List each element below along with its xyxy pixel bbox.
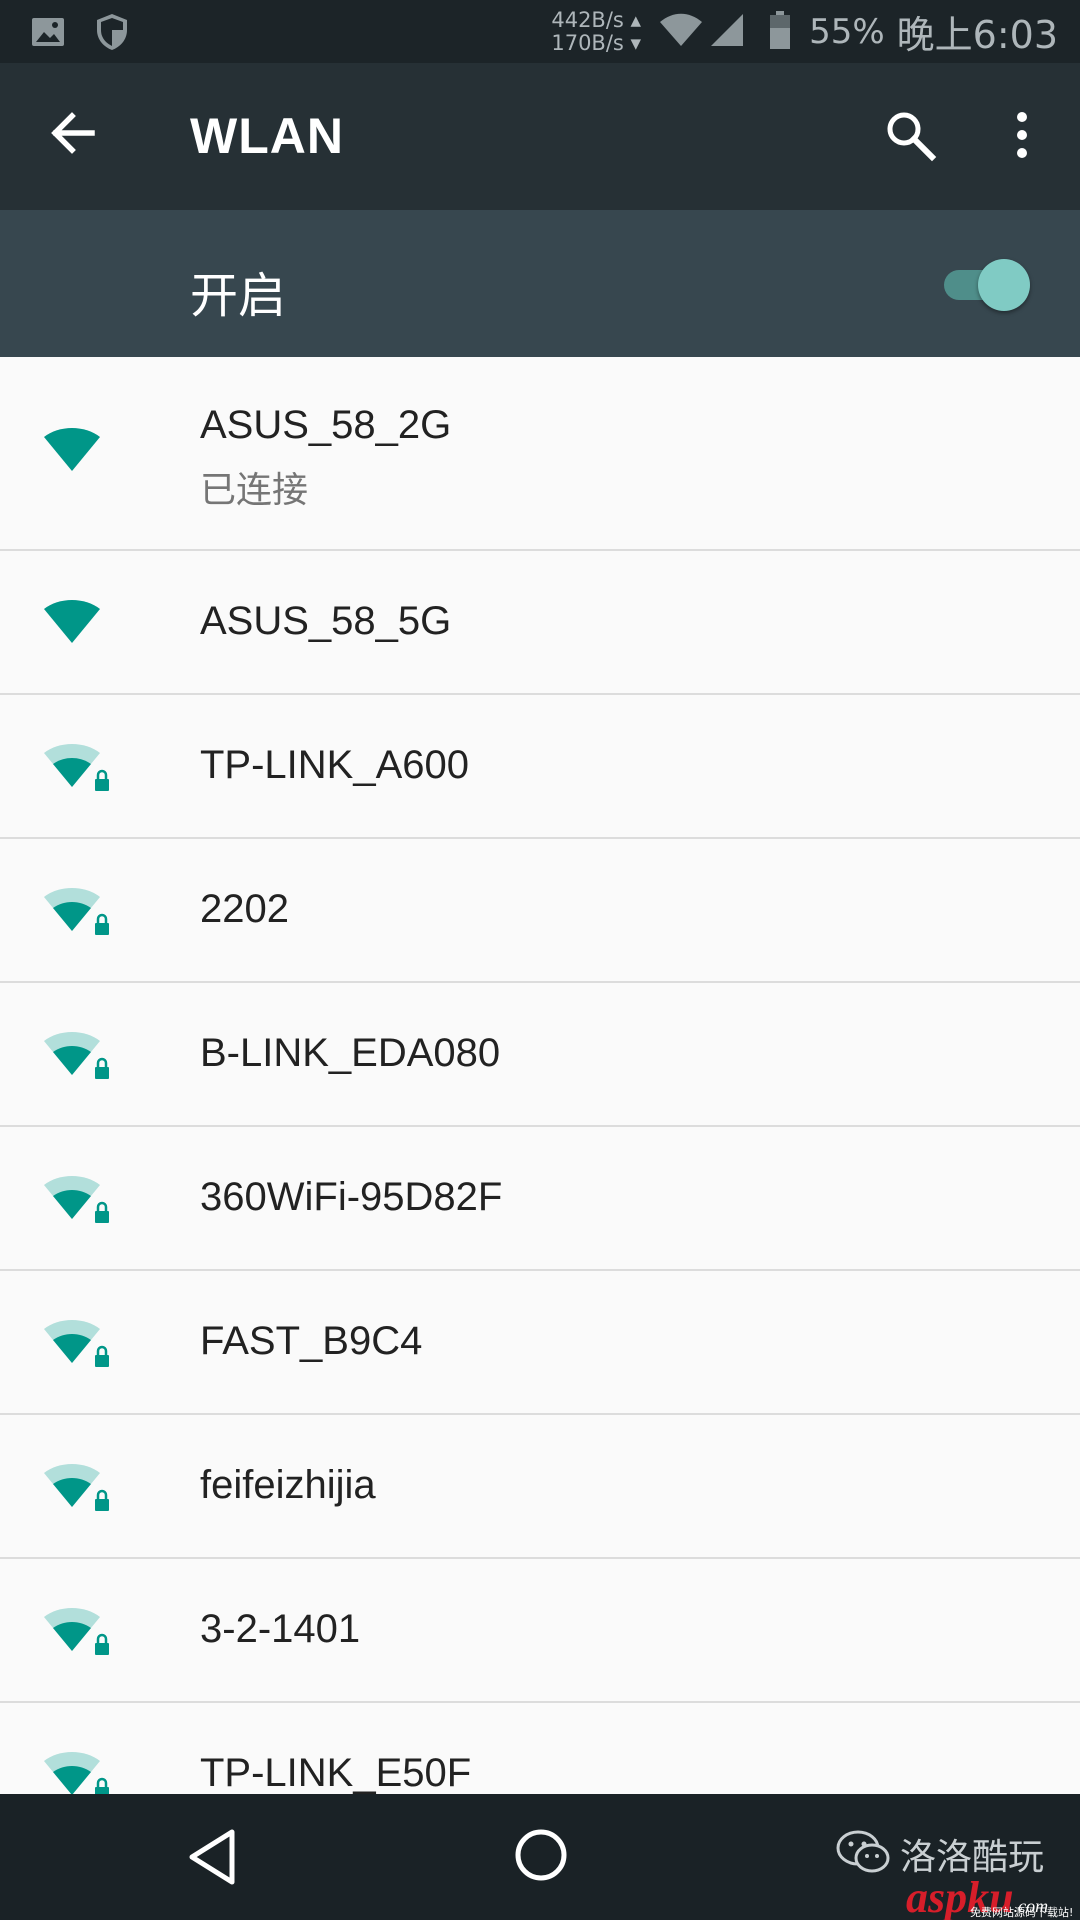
back-button[interactable] — [44, 103, 104, 163]
more-vert-icon — [1017, 112, 1027, 158]
nav-back-button[interactable] — [182, 1824, 242, 1890]
wifi-secured-signal-icon — [44, 1464, 109, 1511]
wifi-network-item[interactable]: TP-LINK_E50F — [0, 1703, 1080, 1794]
wifi-secured-signal-icon — [44, 1320, 109, 1367]
app-toolbar: WLAN — [0, 63, 1080, 210]
download-speed: 170B/s ▾ — [551, 30, 642, 55]
circle-home-icon — [515, 1829, 567, 1881]
wifi-network-item[interactable]: ASUS_58_2G 已连接 — [0, 357, 1080, 551]
wifi-network-name: ASUS_58_5G — [200, 599, 452, 643]
image-notification-icon — [30, 14, 66, 54]
status-bar: 442B/s ▴ 170B/s ▾ 55% 晚上6:03 — [0, 0, 1080, 63]
wifi-network-item[interactable]: ASUS_58_5G — [0, 551, 1080, 695]
wifi-full-signal-icon — [44, 600, 100, 643]
wifi-network-item[interactable]: FAST_B9C4 — [0, 1271, 1080, 1415]
wlan-master-switch-bar[interactable]: 开启 — [0, 210, 1080, 357]
wifi-network-item[interactable]: B-LINK_EDA080 — [0, 983, 1080, 1127]
wifi-network-name: FAST_B9C4 — [200, 1319, 423, 1363]
battery-percent: 55% — [809, 11, 885, 52]
watermark: 洛洛酷玩 aspku.com 免费网站源码下载站! — [836, 1828, 1076, 1920]
status-system: 442B/s ▴ 170B/s ▾ 55% 晚上6:03 — [551, 0, 1058, 63]
wifi-full-signal-icon — [44, 428, 100, 471]
wifi-network-item[interactable]: 360WiFi-95D82F — [0, 1127, 1080, 1271]
watermark-tagline: 免费网站源码下载站! — [970, 1906, 1074, 1919]
arrow-back-icon — [51, 112, 95, 154]
upload-speed: 442B/s ▴ — [551, 7, 642, 32]
wifi-signal-icon — [659, 12, 703, 52]
wifi-network-status: 已连接 — [200, 470, 309, 511]
wifi-secured-signal-icon — [44, 1176, 109, 1223]
wifi-network-name: 3-2-1401 — [200, 1607, 361, 1651]
wifi-network-name: 360WiFi-95D82F — [200, 1175, 503, 1219]
wifi-network-list[interactable]: ASUS_58_2G 已连接 ASUS_58_5G TP-LINK_A600 2… — [0, 357, 1080, 1794]
shield-notification-icon — [94, 12, 130, 56]
wifi-secured-signal-icon — [44, 1752, 109, 1794]
wifi-network-name: feifeizhijia — [200, 1463, 376, 1507]
wifi-secured-signal-icon — [44, 888, 109, 935]
triangle-back-icon — [189, 1829, 235, 1885]
wifi-network-name: B-LINK_EDA080 — [200, 1031, 501, 1075]
cell-signal-icon — [709, 12, 745, 52]
wifi-network-name: TP-LINK_E50F — [200, 1751, 472, 1794]
nav-home-button[interactable] — [510, 1824, 572, 1886]
switch-label: 开启 — [190, 268, 287, 324]
wifi-secured-signal-icon — [44, 1032, 109, 1079]
toggle-thumb — [978, 259, 1030, 311]
wlan-settings-screen: 442B/s ▴ 170B/s ▾ 55% 晚上6:03 WLAN 开启 ASU… — [0, 0, 1080, 1920]
wifi-network-name: TP-LINK_A600 — [200, 743, 470, 787]
wifi-network-item[interactable]: feifeizhijia — [0, 1415, 1080, 1559]
wifi-network-name: 2202 — [200, 887, 289, 931]
wifi-network-item[interactable]: 2202 — [0, 839, 1080, 983]
system-navigation-bar: 洛洛酷玩 aspku.com 免费网站源码下载站! — [0, 1794, 1080, 1920]
page-title: WLAN — [190, 108, 344, 164]
wlan-toggle[interactable] — [944, 259, 1030, 311]
search-icon — [887, 112, 937, 162]
wifi-network-item[interactable]: TP-LINK_A600 — [0, 695, 1080, 839]
battery-icon — [769, 10, 791, 54]
wifi-network-item[interactable]: 3-2-1401 — [0, 1559, 1080, 1703]
search-button[interactable] — [880, 105, 940, 165]
more-options-button[interactable] — [1000, 105, 1044, 165]
wifi-network-name: ASUS_58_2G — [200, 403, 452, 447]
status-notifications — [30, 12, 158, 56]
wifi-secured-signal-icon — [44, 1608, 109, 1655]
network-speed: 442B/s ▴ 170B/s ▾ — [551, 7, 642, 55]
wechat-logo-icon — [836, 1830, 890, 1873]
clock: 晚上6:03 — [896, 13, 1058, 57]
wifi-secured-signal-icon — [44, 744, 109, 791]
